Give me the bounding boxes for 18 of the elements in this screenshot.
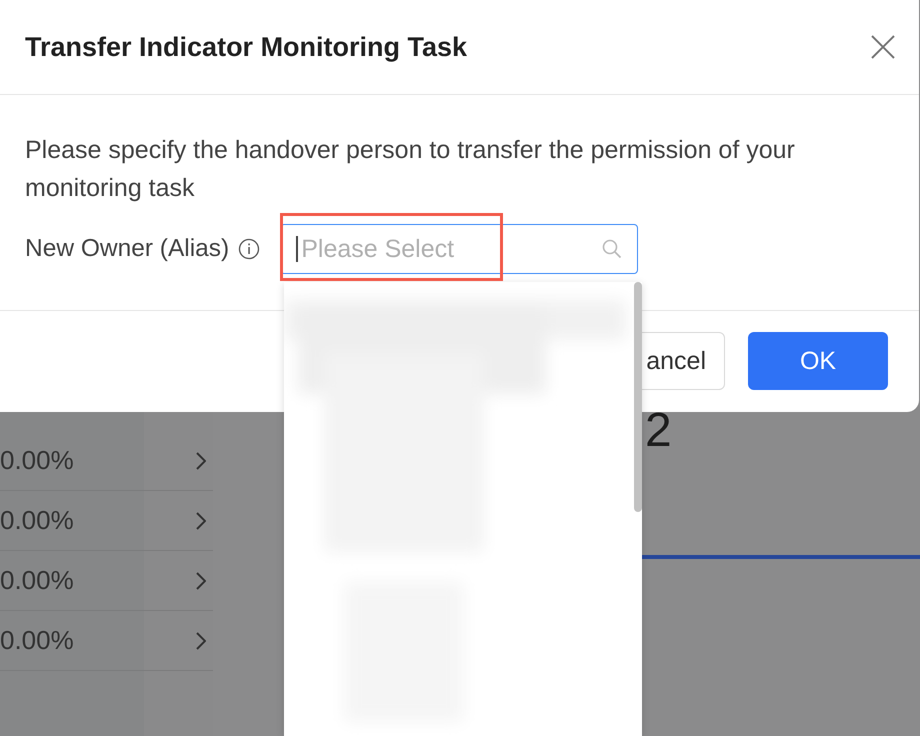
chevron-right-icon[interactable]: [196, 632, 206, 650]
percentage-value: 0.00%: [0, 625, 74, 656]
chevron-right-icon[interactable]: [196, 452, 206, 470]
search-icon: [602, 239, 622, 259]
info-icon[interactable]: [238, 238, 260, 260]
dialog-title: Transfer Indicator Monitoring Task: [25, 32, 468, 62]
close-icon[interactable]: [871, 35, 895, 59]
chevron-right-icon[interactable]: [196, 512, 206, 530]
scrollbar-thumb[interactable]: [634, 282, 642, 512]
text-cursor: [296, 236, 298, 262]
ok-button[interactable]: OK: [748, 332, 888, 390]
dialog-message: Please specify the handover person to transfer the permission of your monitoring task: [25, 135, 796, 204]
field-label: New Owner (Alias): [25, 235, 230, 263]
percentage-value: 0.00%: [0, 505, 74, 536]
percentage-value: 0.00%: [0, 565, 74, 596]
percentage-value: 0.00%: [0, 445, 74, 476]
metric-value: 2: [645, 404, 672, 458]
chevron-right-icon[interactable]: [196, 572, 206, 590]
